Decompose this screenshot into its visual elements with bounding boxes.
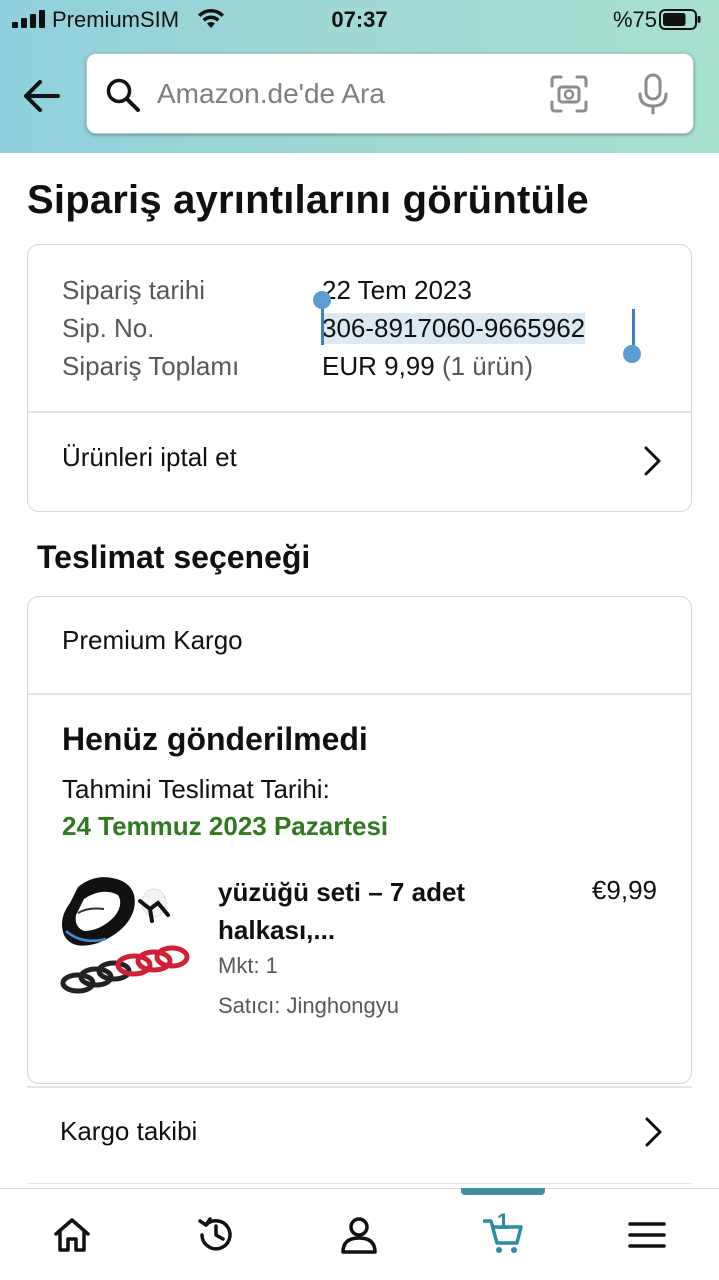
cancel-items-row[interactable]: Ürünleri iptal et	[28, 412, 691, 511]
clock: 07:37	[331, 7, 388, 32]
tab-cart[interactable]: 1	[443, 1189, 563, 1280]
product-price: €9,99	[591, 875, 657, 905]
battery-icon	[659, 9, 701, 30]
order-date-label: Sipariş tarihi	[62, 275, 206, 305]
chevron-right-icon	[645, 1117, 662, 1147]
search-input[interactable]	[157, 70, 537, 118]
tab-account[interactable]	[299, 1189, 419, 1280]
order-date-value: 22 Tem 2023	[322, 275, 472, 305]
product-title-link[interactable]: yüzüğü seti – 7 adet halkası,...	[218, 873, 518, 949]
battery-percent: %75	[612, 7, 657, 32]
menu-icon	[628, 1222, 666, 1248]
product-title-line: yüzüğü seti – 7 adet	[218, 877, 466, 907]
product-quantity: Mkt: 1	[218, 953, 278, 978]
product-title-line: halkası,...	[218, 915, 336, 945]
order-total-value: EUR 9,99	[322, 351, 435, 381]
bottom-tab-bar: 1	[0, 1188, 719, 1280]
tab-menu[interactable]	[587, 1189, 707, 1280]
divider	[27, 1182, 692, 1184]
cart-count-badge: 1	[496, 1209, 510, 1234]
camera-scan-icon[interactable]	[549, 74, 589, 114]
delivery-section-title: Teslimat seçeneği	[37, 539, 311, 575]
back-arrow-icon[interactable]	[18, 72, 66, 120]
cancel-items-label: Ürünleri iptal et	[62, 442, 237, 472]
product-seller: Satıcı: Jinghongyu	[218, 993, 400, 1018]
shipment-status: Henüz gönderilmedi	[62, 721, 368, 757]
selection-end-handle[interactable]	[632, 309, 635, 349]
delivery-card: Premium Kargo Henüz gönderilmedi Tahmini…	[27, 596, 692, 1084]
app-header: PremiumSIM 07:37 %75	[0, 0, 719, 153]
active-tab-indicator	[461, 1188, 545, 1195]
order-total-label: Sipariş Toplamı	[62, 351, 240, 381]
divider	[28, 693, 691, 695]
shipping-method: Premium Kargo	[62, 625, 243, 655]
home-icon	[54, 1218, 90, 1252]
search-bar[interactable]	[86, 53, 694, 134]
search-icon	[106, 78, 140, 112]
eta-label: Tahmini Teslimat Tarihi:	[62, 774, 330, 804]
account-icon	[341, 1217, 377, 1254]
selection-end-knob[interactable]	[623, 345, 641, 363]
product-image[interactable]	[58, 873, 190, 1003]
status-bar: PremiumSIM 07:37 %75	[0, 0, 719, 40]
divider	[27, 1086, 692, 1088]
track-package-row[interactable]: Kargo takibi	[27, 1086, 692, 1184]
history-icon	[198, 1217, 232, 1251]
page-title: Sipariş ayrıntılarını görüntüle	[27, 178, 589, 222]
selection-start-knob[interactable]	[313, 291, 331, 309]
order-total: EUR 9,99 (1 ürün)	[322, 351, 533, 382]
order-number-value[interactable]: 306-8917060-9665962	[322, 313, 586, 344]
order-summary-card: Sipariş tarihi 22 Tem 2023 Sip. No. 306-…	[27, 244, 692, 512]
track-package-label: Kargo takibi	[60, 1116, 198, 1146]
order-item-count: (1 ürün)	[441, 351, 534, 381]
chevron-right-icon	[644, 446, 661, 476]
tab-home[interactable]	[12, 1189, 132, 1280]
selection-start-handle[interactable]	[321, 303, 324, 345]
tab-history[interactable]	[156, 1189, 276, 1280]
order-number-label: Sip. No.	[62, 313, 155, 343]
microphone-icon[interactable]	[635, 72, 671, 116]
eta-date: 24 Temmuz 2023 Pazartesi	[62, 811, 389, 841]
